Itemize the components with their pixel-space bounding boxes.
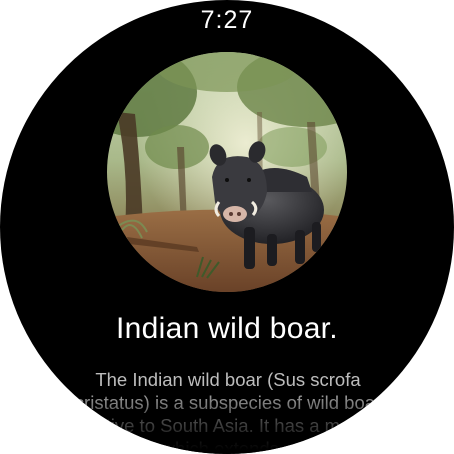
status-time: 7:27 (200, 6, 254, 34)
article-title: Indian wild boar. (116, 312, 338, 345)
article-description: The Indian wild boar (Sus scrofa cristat… (74, 369, 382, 454)
watch-screen: 7:27 Indian wild boar. The Indian wild b… (0, 0, 454, 454)
boar-photo (107, 52, 347, 292)
article-description-container[interactable]: The Indian wild boar (Sus scrofa cristat… (62, 368, 394, 454)
